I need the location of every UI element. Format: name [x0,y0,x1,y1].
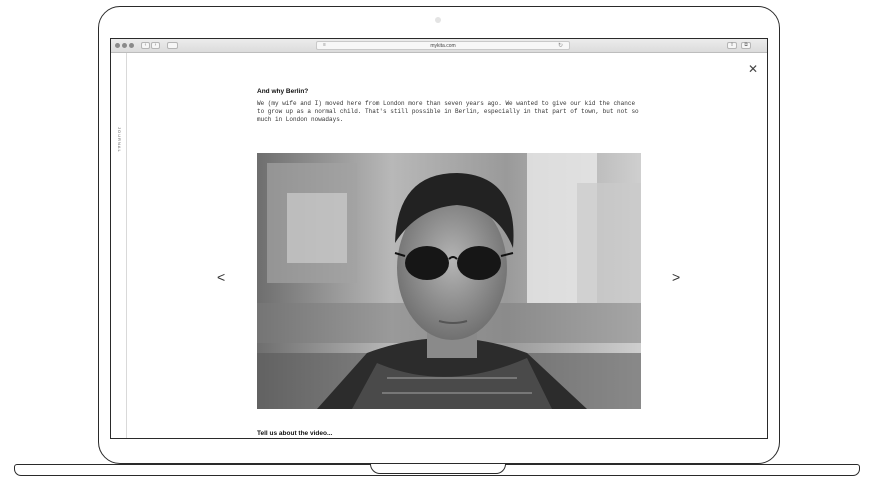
window-zoom-dot[interactable] [129,43,134,48]
sidebar-divider [126,53,127,438]
laptop-opening-notch [370,464,506,474]
journal-nav-label[interactable]: JOURNAL [117,127,122,153]
camera-dot [435,17,441,23]
next-section-heading: Tell us about the video... [257,430,333,437]
tabs-button[interactable]: ⧉ [741,42,751,49]
browser-window: ‹ › ≡ mykita.com ↻ ⇧ ⧉ JOURNAL ✕ And why… [110,38,768,439]
browser-toolbar: ‹ › ≡ mykita.com ↻ ⇧ ⧉ [111,39,767,53]
address-bar[interactable]: ≡ mykita.com ↻ [316,41,570,50]
sidebar-toggle-button[interactable] [167,42,178,49]
window-minimize-dot[interactable] [122,43,127,48]
url-text: mykita.com [430,43,456,49]
back-button[interactable]: ‹ [141,42,150,49]
chevron-left-icon[interactable]: < [217,270,225,284]
article-paragraph: We (my wife and I) moved here from Londo… [257,100,639,123]
portrait-photo [257,153,641,409]
forward-button[interactable]: › [151,42,160,49]
article-heading: And why Berlin? [257,88,309,95]
share-button[interactable]: ⇧ [727,42,737,49]
reload-icon[interactable]: ↻ [558,42,563,49]
chevron-right-icon[interactable]: > [672,270,680,284]
window-close-dot[interactable] [115,43,120,48]
close-icon[interactable]: ✕ [748,63,758,75]
laptop-mockup: ‹ › ≡ mykita.com ↻ ⇧ ⧉ JOURNAL ✕ And why… [0,0,870,481]
